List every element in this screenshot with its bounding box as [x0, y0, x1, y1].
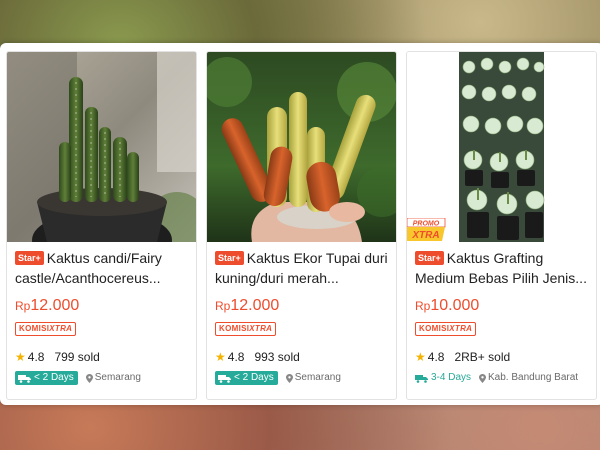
product-title[interactable]: Star+ Kaktus Grafting Medium Bebas Pilih …: [415, 248, 590, 288]
product-info: Star+ Kaktus Grafting Medium Bebas Pilih …: [415, 248, 590, 385]
price-currency: Rp: [415, 299, 431, 313]
rating-value: 4.8: [227, 350, 245, 364]
shipping-badge: < 2 Days: [15, 371, 78, 385]
shipping-time: < 2 Days: [34, 372, 74, 383]
rating-value: 4.8: [27, 350, 45, 364]
shipping-time: < 2 Days: [234, 372, 274, 383]
product-image[interactable]: [7, 52, 196, 242]
product-price: Rp10.000: [415, 296, 590, 316]
product-image[interactable]: PROMO XTRA: [407, 52, 596, 242]
truck-icon: [218, 374, 231, 383]
product-title[interactable]: Star+ Kaktus Ekor Tupai duri kuning/duri …: [215, 248, 390, 288]
xtra-label: XTRA: [449, 324, 473, 333]
komisi-label: KOMISI: [19, 324, 50, 333]
star-plus-badge: Star+: [415, 251, 444, 265]
product-card[interactable]: Star+ Kaktus candi/Fairy castle/Acanthoce…: [6, 51, 197, 400]
star-plus-badge: Star+: [215, 251, 244, 265]
rating-row: ★ 4.8 2RB+ sold: [415, 349, 590, 365]
komisi-xtra-badge: KOMISIXTRA: [15, 322, 77, 336]
product-price: Rp12.000: [15, 296, 190, 316]
location-text: Kab. Bandung Barat: [488, 372, 579, 383]
xtra-label: XTRA: [249, 324, 273, 333]
star-icon: ★: [215, 350, 226, 364]
xtra-text: XTRA: [411, 230, 439, 241]
shipping-badge: 3-4 Days: [415, 371, 471, 385]
komisi-xtra-badge: KOMISIXTRA: [415, 322, 477, 336]
product-info: Star+ Kaktus candi/Fairy castle/Acanthoce…: [15, 248, 190, 385]
rating-row: ★ 4.8 993 sold: [215, 349, 390, 365]
sold-count: 993 sold: [254, 350, 300, 364]
price-currency: Rp: [15, 299, 31, 313]
product-grid: Star+ Kaktus candi/Fairy castle/Acanthoce…: [0, 43, 600, 405]
location: Semarang: [285, 371, 341, 385]
komisi-label: KOMISI: [219, 324, 250, 333]
rating-value: 4.8: [427, 350, 445, 364]
promo-text: PROMO: [413, 221, 440, 228]
location-text: Semarang: [94, 372, 141, 383]
promo-xtra-badge: PROMO XTRA: [407, 218, 446, 241]
price-amount: 12.000: [30, 297, 80, 314]
price-currency: Rp: [215, 299, 231, 313]
location-text: Semarang: [294, 372, 341, 383]
location-pin-icon: [285, 373, 293, 383]
star-icon: ★: [415, 350, 426, 364]
sold-count: 2RB+ sold: [454, 350, 511, 364]
location-pin-icon: [479, 373, 487, 383]
xtra-label: XTRA: [49, 324, 73, 333]
shipping-badge: < 2 Days: [215, 371, 278, 385]
komisi-label: KOMISI: [419, 324, 450, 333]
product-card[interactable]: PROMO XTRA Star+ Kaktus Grafting Medium B…: [406, 51, 597, 400]
komisi-xtra-badge: KOMISIXTRA: [215, 322, 277, 336]
product-price: Rp12.000: [215, 296, 390, 316]
rating-row: ★ 4.8 799 sold: [15, 349, 190, 365]
truck-icon: [415, 374, 428, 383]
shipping-time: 3-4 Days: [431, 372, 472, 383]
location-pin-icon: [85, 373, 93, 383]
product-info: Star+ Kaktus Ekor Tupai duri kuning/duri …: [215, 248, 390, 385]
star-icon: ★: [15, 350, 26, 364]
shipping-row: 3-4 Days Kab. Bandung Barat: [415, 371, 590, 385]
location: Kab. Bandung Barat: [479, 371, 578, 385]
location: Semarang: [85, 371, 141, 385]
star-plus-badge: Star+: [15, 251, 44, 265]
product-title[interactable]: Star+ Kaktus candi/Fairy castle/Acanthoce…: [15, 248, 190, 288]
product-image[interactable]: [207, 52, 396, 242]
sold-count: 799 sold: [54, 350, 100, 364]
shipping-row: < 2 Days Semarang: [15, 371, 190, 385]
price-amount: 12.000: [230, 297, 280, 314]
truck-icon: [18, 374, 31, 383]
price-amount: 10.000: [430, 297, 480, 314]
product-card[interactable]: Star+ Kaktus Ekor Tupai duri kuning/duri …: [206, 51, 397, 400]
shipping-row: < 2 Days Semarang: [215, 371, 390, 385]
